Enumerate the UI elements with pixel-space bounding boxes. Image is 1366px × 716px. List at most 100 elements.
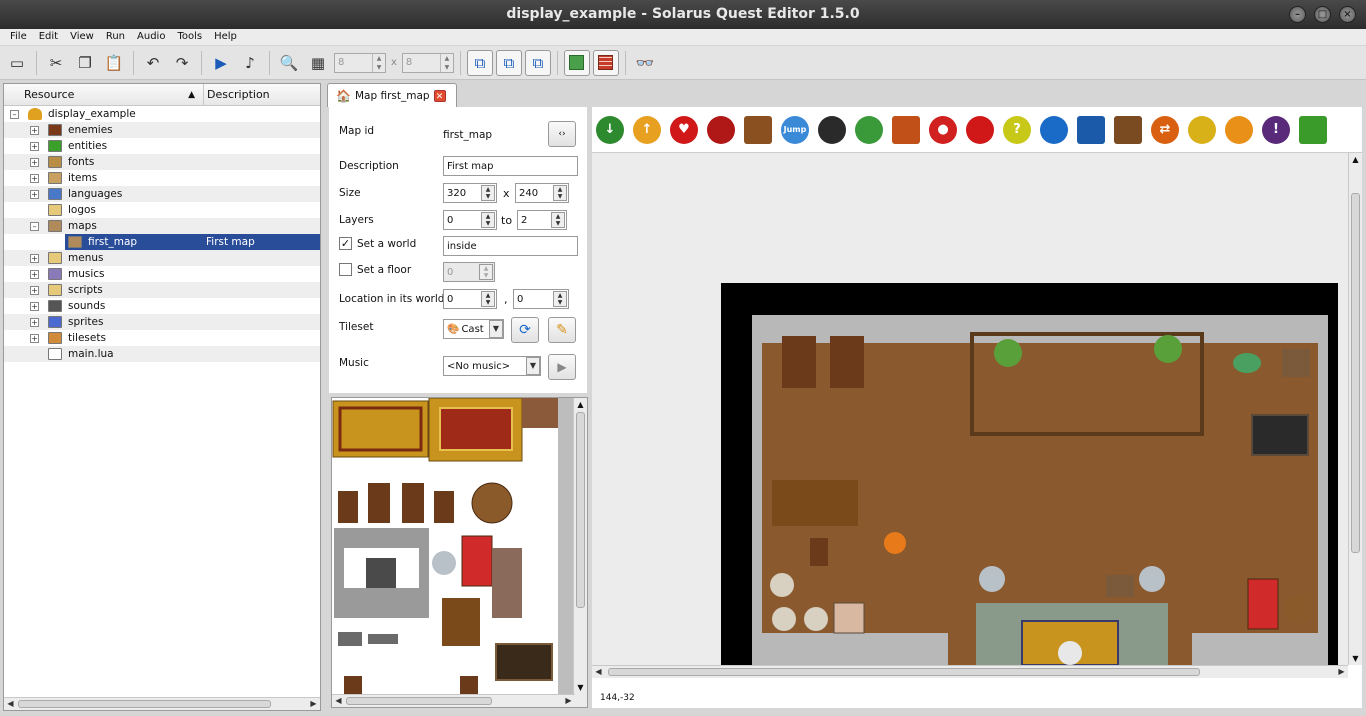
custom-entity-icon[interactable] [1299, 115, 1327, 144]
world-field[interactable]: inside [443, 236, 578, 256]
tree-item-items[interactable]: + items [4, 170, 320, 186]
scroll-right-icon[interactable]: ▶ [307, 698, 320, 710]
tileset-horizontal-scrollbar[interactable]: ◀ ▶ [332, 694, 575, 707]
tileset-vertical-scrollbar[interactable]: ▲ ▼ [573, 398, 587, 707]
close-tab-icon[interactable]: ✕ [433, 89, 446, 102]
min-layer-spinbox[interactable]: 0 ▲ ▼ [443, 210, 497, 230]
cut-icon[interactable]: ✂ [43, 50, 69, 76]
map-vertical-scrollbar[interactable]: ▲ ▼ [1348, 153, 1362, 665]
spin-arrows-icon[interactable]: ▲ ▼ [481, 212, 495, 228]
scrollbar-thumb[interactable] [1351, 193, 1360, 553]
door-icon[interactable] [1188, 115, 1216, 144]
maximize-icon[interactable]: □ [1314, 6, 1331, 23]
scroll-right-icon[interactable]: ▶ [1335, 666, 1348, 678]
zoom-icon[interactable]: 🔍 [276, 50, 302, 76]
map-render[interactable] [592, 153, 1348, 666]
close-quest-icon[interactable]: ▭ [4, 50, 30, 76]
scrollbar-thumb[interactable] [18, 700, 271, 708]
music-icon[interactable]: ♪ [237, 50, 263, 76]
scrollbar-thumb[interactable] [346, 697, 492, 705]
description-field[interactable]: First map [443, 156, 578, 176]
tileset-image[interactable] [332, 398, 575, 695]
layer-0-toggle-icon[interactable]: ⧉ [466, 49, 493, 76]
expand-icon[interactable]: + [30, 285, 39, 295]
grid-height-spinbox[interactable]: 8 ▲ ▼ [401, 52, 454, 73]
width-spinbox[interactable]: 320 ▲ ▼ [443, 183, 497, 203]
grid-width-spinbox[interactable]: 8 ▲ ▼ [334, 52, 386, 73]
menu-view[interactable]: View [64, 29, 100, 45]
expand-icon[interactable]: + [30, 301, 39, 311]
pickable-heart-icon[interactable]: ♥ [670, 115, 698, 144]
paste-icon[interactable]: 📋 [101, 50, 127, 76]
run-quest-icon[interactable]: ▶ [208, 50, 234, 76]
sensor-icon[interactable]: ? [1003, 115, 1031, 144]
layer-2-toggle-icon[interactable]: ⧉ [524, 49, 551, 76]
show-obstacles-icon[interactable] [592, 49, 619, 76]
copy-icon[interactable]: ❐ [72, 50, 98, 76]
teletransporter-icon[interactable]: ↑ [633, 115, 661, 144]
chevron-down-icon[interactable]: ▼ [489, 320, 503, 338]
tree-item-maps[interactable]: – maps [4, 218, 320, 234]
jumper-icon[interactable]: Jump [781, 115, 809, 144]
expand-icon[interactable]: + [30, 253, 39, 263]
destructible-pot-icon[interactable] [707, 115, 735, 144]
tree-item-enemies[interactable]: + enemies [4, 122, 320, 138]
tileset-view[interactable]: ▲ ▼ ◀ ▶ [331, 397, 588, 708]
play-music-button[interactable]: ▶ [548, 354, 576, 380]
close-icon[interactable]: × [1339, 6, 1356, 23]
scroll-right-icon[interactable]: ▶ [562, 695, 575, 707]
crystal-block-icon[interactable] [1077, 115, 1105, 144]
spin-arrows-icon[interactable]: ▲ ▼ [481, 291, 495, 307]
spin-arrows-icon[interactable]: ▲ ▼ [551, 212, 565, 228]
location-y-spinbox[interactable]: 0 ▲ ▼ [513, 289, 569, 309]
open-map-script-button[interactable]: ‹› [548, 121, 576, 147]
show-entities-icon[interactable]: 👓 [632, 50, 658, 76]
menu-edit[interactable]: Edit [33, 29, 64, 45]
tileset-select[interactable]: 🎨 Cast ▼ [443, 319, 504, 339]
collapse-icon[interactable]: – [30, 221, 39, 231]
block-icon[interactable] [892, 115, 920, 144]
tree-item-tilesets[interactable]: + tilesets [4, 330, 320, 346]
redo-icon[interactable]: ↷ [169, 50, 195, 76]
scroll-up-icon[interactable]: ▲ [574, 398, 587, 411]
scroll-left-icon[interactable]: ◀ [592, 666, 605, 678]
minimize-icon[interactable]: – [1289, 6, 1306, 23]
tree-item-first-map[interactable]: first_map First map [4, 234, 320, 250]
scroll-left-icon[interactable]: ◀ [4, 698, 17, 710]
expand-icon[interactable]: + [30, 157, 39, 167]
spin-arrows-icon[interactable]: ▲ ▼ [479, 264, 493, 280]
max-layer-spinbox[interactable]: 2 ▲ ▼ [517, 210, 567, 230]
column-description[interactable]: Description [204, 84, 270, 105]
scroll-left-icon[interactable]: ◀ [332, 695, 345, 707]
tree-item-main-lua[interactable]: main.lua [4, 346, 320, 362]
tree-item-entities[interactable]: + entities [4, 138, 320, 154]
scroll-down-icon[interactable]: ▼ [574, 681, 587, 694]
tree-item-fonts[interactable]: + fonts [4, 154, 320, 170]
conveyor-belt-icon[interactable]: ⇄ [1151, 115, 1179, 144]
map-canvas[interactable]: ▲ ▼ [592, 153, 1362, 666]
world-checkbox[interactable]: ✓ [339, 237, 352, 250]
floor-spinbox[interactable]: 0 ▲ ▼ [443, 262, 495, 282]
show-traversable-icon[interactable] [563, 49, 590, 76]
expand-icon[interactable]: + [30, 141, 39, 151]
enemy-icon[interactable] [818, 115, 846, 144]
location-x-spinbox[interactable]: 0 ▲ ▼ [443, 289, 497, 309]
scrollbar-thumb[interactable] [576, 412, 585, 608]
expand-icon[interactable]: + [30, 173, 39, 183]
tree-item-menus[interactable]: + menus [4, 250, 320, 266]
tree-item-musics[interactable]: + musics [4, 266, 320, 282]
tree-item-scripts[interactable]: + scripts [4, 282, 320, 298]
edit-tileset-button[interactable]: ✎ [548, 317, 576, 343]
column-resource[interactable]: Resource ▲ [4, 84, 204, 105]
destination-icon[interactable]: ↓ [596, 115, 624, 144]
expand-icon[interactable]: + [30, 333, 39, 343]
spin-arrows-icon[interactable]: ▲ ▼ [481, 185, 495, 201]
scrollbar-thumb[interactable] [608, 668, 1200, 676]
tree-item-languages[interactable]: + languages [4, 186, 320, 202]
expand-icon[interactable]: + [30, 189, 39, 199]
floor-checkbox[interactable] [339, 263, 352, 276]
menu-file[interactable]: File [4, 29, 33, 45]
collapse-icon[interactable]: – [10, 109, 19, 119]
undo-icon[interactable]: ↶ [140, 50, 166, 76]
tree-root[interactable]: – display_example [4, 106, 320, 122]
